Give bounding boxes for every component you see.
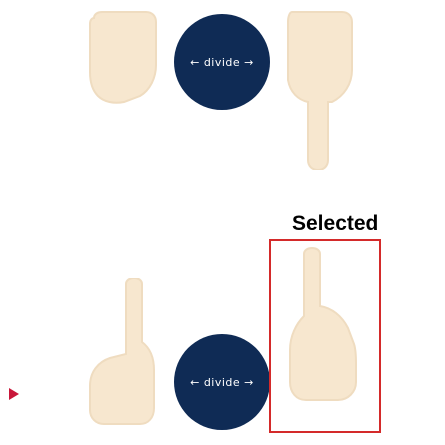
divide-label: ← divide → [190,375,254,389]
opponent-left-hand[interactable] [84,10,164,170]
hand-fist-icon [89,11,157,104]
player-left-hand[interactable] [82,278,162,438]
play-arrow-icon [9,388,19,400]
selected-label: Selected [292,212,379,235]
hand-one-finger-icon [287,11,353,170]
divide-button-top[interactable]: ← divide → [174,14,270,110]
opponent-right-hand[interactable] [282,10,362,170]
divide-button-bottom[interactable]: ← divide → [174,334,270,430]
hand-one-finger-icon [89,278,155,425]
divide-label: ← divide → [190,55,254,69]
selection-frame [269,239,381,433]
